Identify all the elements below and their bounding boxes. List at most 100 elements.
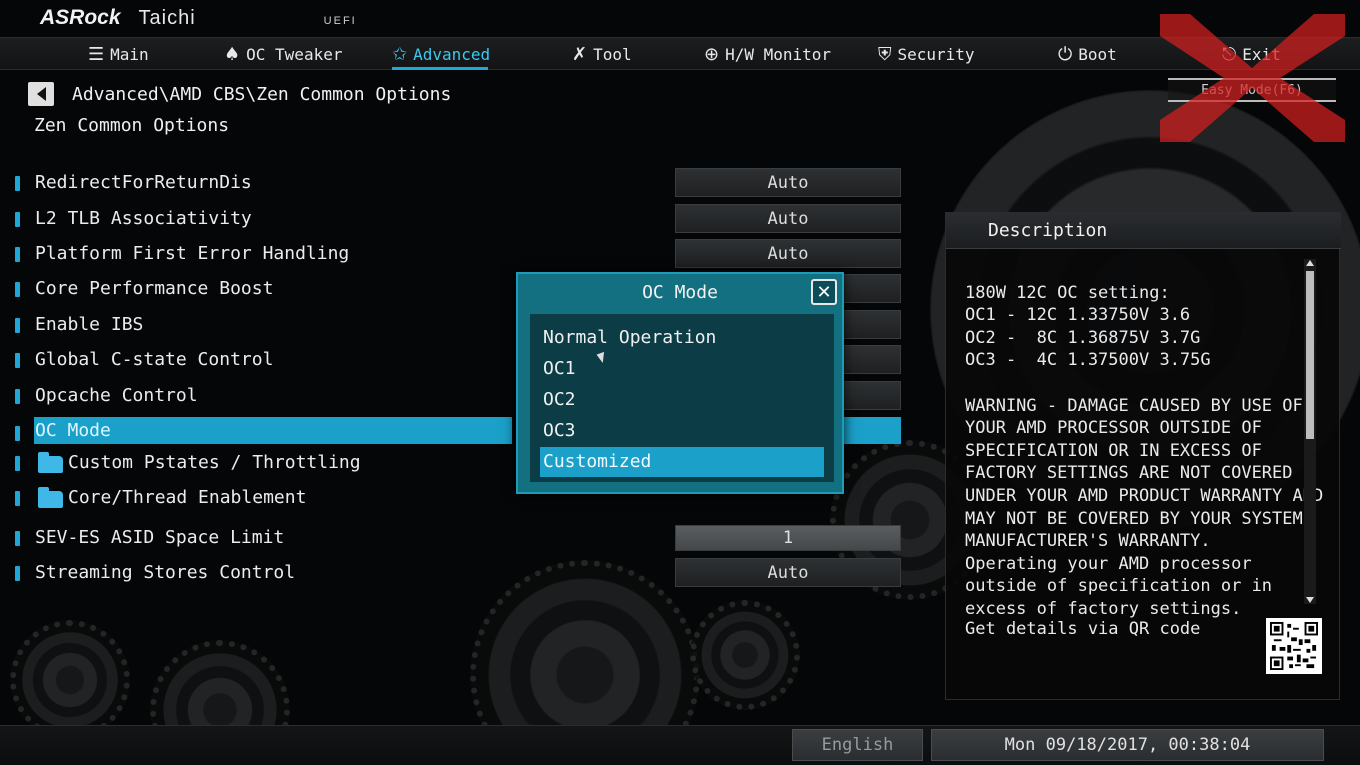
- description-title: Description: [988, 220, 1108, 241]
- back-button[interactable]: [28, 82, 54, 106]
- setting-row[interactable]: Platform First Error Handling Auto: [0, 238, 905, 272]
- description-line: FACTORY SETTINGS ARE NOT COVERED: [965, 463, 1293, 484]
- qr-code-icon: [1266, 618, 1322, 674]
- bullet-icon: [15, 176, 20, 191]
- bullet-icon: [15, 282, 20, 297]
- description-line: MANUFACTURER'S WARRANTY.: [965, 531, 1211, 552]
- breadcrumb: Advanced\AMD CBS\Zen Common Options: [72, 84, 452, 105]
- tab-label: OC Tweaker: [246, 44, 343, 64]
- bullet-icon: [15, 389, 20, 404]
- folder-icon: [38, 487, 63, 508]
- setting-row[interactable]: RedirectForReturnDis Auto: [0, 167, 905, 201]
- setting-label: SEV-ES ASID Space Limit: [35, 527, 285, 548]
- qr-caption: Get details via QR code: [965, 619, 1201, 639]
- page-title: Zen Common Options: [34, 115, 230, 136]
- description-line: MAY NOT BE COVERED BY YOUR SYSTEM: [965, 508, 1303, 529]
- setting-label: Global C-state Control: [35, 349, 274, 370]
- tab-label: Exit: [1242, 44, 1281, 64]
- scroll-down-icon[interactable]: [1306, 597, 1314, 603]
- setting-label: Platform First Error Handling: [35, 243, 350, 264]
- description-line: WARNING - DAMAGE CAUSED BY USE OF: [965, 395, 1303, 416]
- bullet-icon: [15, 212, 20, 227]
- popup-option[interactable]: OC1: [540, 354, 824, 384]
- description-line: OC2 - 8C 1.36875V 3.7G: [965, 327, 1201, 348]
- description-line: 180W 12C OC setting:: [965, 282, 1170, 303]
- tab-label: H/W Monitor: [725, 44, 832, 64]
- tab-boot[interactable]: ⏻ Boot: [1058, 38, 1117, 70]
- tab-label: Main: [110, 44, 149, 64]
- language-button[interactable]: English: [792, 729, 923, 761]
- tab-tool[interactable]: ✗ Tool: [572, 38, 632, 70]
- description-line: YOUR AMD PROCESSOR OUTSIDE OF: [965, 418, 1262, 439]
- bullet-icon: [15, 318, 20, 333]
- tab-security[interactable]: ⛨ Security: [878, 38, 975, 70]
- scroll-thumb[interactable]: [1306, 271, 1314, 439]
- setting-label: Enable IBS: [35, 314, 144, 335]
- monitor-icon: ⊕: [704, 43, 720, 65]
- exit-icon: ⎋: [1222, 43, 1237, 65]
- shield-icon: ⛨: [878, 43, 892, 65]
- tab-label: Security: [897, 44, 975, 64]
- popup-option-selected[interactable]: Customized: [540, 447, 824, 477]
- setting-label: RedirectForReturnDis: [35, 172, 252, 193]
- setting-label: OC Mode: [35, 420, 111, 441]
- firmware-label: UEFI: [323, 15, 357, 27]
- tab-exit[interactable]: ⎋ Exit: [1222, 38, 1281, 70]
- bullet-icon: [15, 531, 20, 546]
- popup-option[interactable]: OC2: [540, 385, 824, 415]
- setting-value[interactable]: Auto: [675, 239, 901, 268]
- bullet-icon: [15, 353, 20, 368]
- bullet-icon: [15, 426, 20, 441]
- main-tab-bar: ☰ Main ♠ OC Tweaker ✩ Advanced ✗ Tool ⊕ …: [0, 37, 1360, 70]
- description-line: excess of factory settings.: [965, 598, 1242, 619]
- description-line: OC3 - 4C 1.37500V 3.75G: [965, 350, 1211, 371]
- datetime-display[interactable]: Mon 09/18/2017, 00:38:04: [931, 729, 1324, 761]
- description-line: Operating your AMD processor: [965, 553, 1252, 574]
- back-arrow-icon: [36, 87, 46, 101]
- setting-value[interactable]: 1: [675, 525, 901, 551]
- tools-icon: ✗: [572, 43, 588, 65]
- gear-decoration: [690, 600, 800, 710]
- brand-model: Taichi: [138, 7, 196, 29]
- bullet-icon: [15, 456, 20, 471]
- tab-label: Advanced: [413, 44, 491, 64]
- setting-label: Opcache Control: [35, 385, 198, 406]
- setting-row[interactable]: SEV-ES ASID Space Limit 1: [0, 522, 905, 556]
- popup-option[interactable]: OC3: [540, 416, 824, 446]
- popup-option-list: Normal Operation OC1 OC2 OC3 Customized: [530, 314, 834, 482]
- folder-icon: [38, 452, 63, 473]
- description-line: OC1 - 12C 1.33750V 3.6: [965, 305, 1191, 326]
- gear-decoration: [10, 620, 130, 740]
- description-header: Description: [946, 213, 1341, 249]
- tab-main[interactable]: ☰ Main: [88, 38, 149, 70]
- tab-label: Tool: [593, 44, 632, 64]
- setting-label: Core/Thread Enablement: [68, 487, 307, 508]
- setting-row[interactable]: L2 TLB Associativity Auto: [0, 203, 905, 237]
- scroll-up-icon[interactable]: [1306, 260, 1314, 266]
- bullet-icon: [15, 491, 20, 506]
- tab-hw-monitor[interactable]: ⊕ H/W Monitor: [704, 38, 831, 70]
- description-line: UNDER YOUR AMD PRODUCT WARRANTY AND: [965, 485, 1324, 506]
- setting-row[interactable]: Streaming Stores Control Auto: [0, 557, 905, 591]
- setting-value[interactable]: Auto: [675, 204, 901, 233]
- rocket-icon: ♠: [224, 43, 241, 65]
- list-icon: ☰: [88, 43, 105, 65]
- setting-value[interactable]: Auto: [675, 168, 901, 197]
- tab-oc-tweaker[interactable]: ♠ OC Tweaker: [224, 38, 342, 70]
- close-icon: ✕: [816, 281, 832, 303]
- brand-header: ASRock Taichi UEFI: [40, 6, 357, 32]
- tab-advanced[interactable]: ✩ Advanced: [392, 38, 491, 70]
- oc-mode-popup: OC Mode ✕ Normal Operation OC1 OC2 OC3 C…: [516, 272, 844, 494]
- popup-option[interactable]: Normal Operation: [540, 323, 824, 353]
- easy-mode-button[interactable]: Easy Mode(F6): [1168, 78, 1336, 102]
- description-scrollbar[interactable]: [1304, 259, 1316, 604]
- setting-label: L2 TLB Associativity: [35, 208, 252, 229]
- description-panel: Description 180W 12C OC setting: OC1 - 1…: [945, 212, 1341, 700]
- setting-label: Custom Pstates / Throttling: [68, 452, 361, 473]
- bullet-icon: [15, 566, 20, 581]
- brand-logo: ASRock: [40, 6, 121, 29]
- setting-label: Core Performance Boost: [35, 278, 274, 299]
- description-line: outside of specification or in: [965, 576, 1273, 597]
- close-button[interactable]: ✕: [811, 279, 837, 305]
- setting-value[interactable]: Auto: [675, 558, 901, 587]
